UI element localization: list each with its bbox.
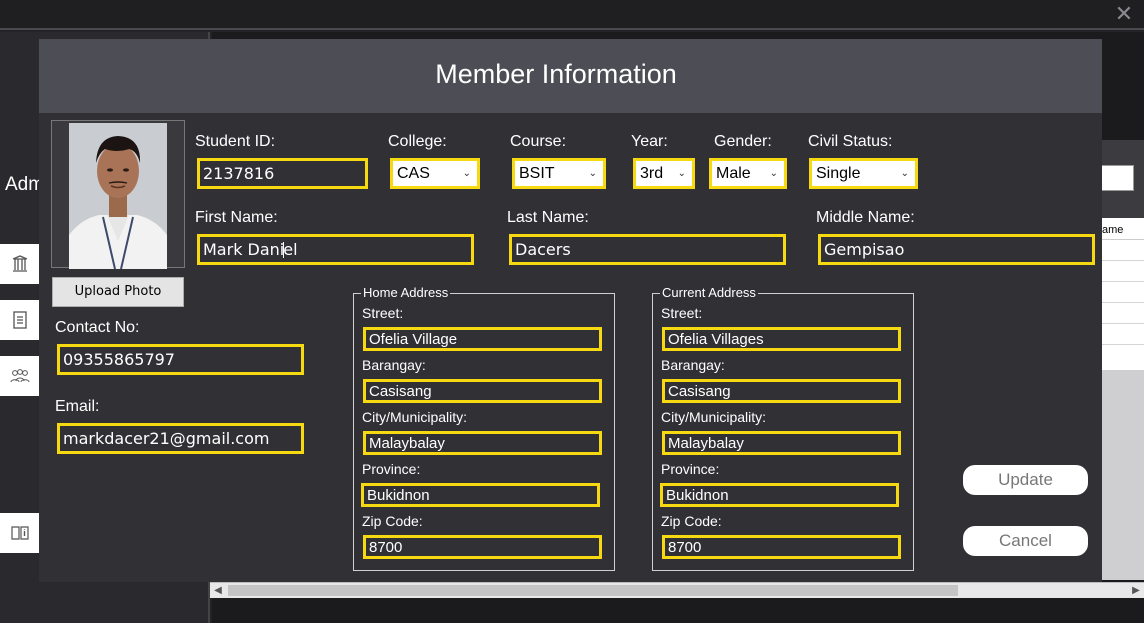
home-city-field[interactable]: Malaybalay bbox=[363, 431, 602, 455]
scrollbar-thumb[interactable] bbox=[228, 585, 958, 596]
upload-photo-button[interactable]: Upload Photo bbox=[52, 277, 184, 307]
cancel-button[interactable]: Cancel bbox=[963, 526, 1088, 556]
member-information-dialog: Member Information Upload Photo Student … bbox=[39, 39, 1102, 582]
members-icon bbox=[10, 369, 30, 383]
home-province-field[interactable]: Bukidnon bbox=[361, 483, 600, 507]
student-id-field[interactable]: 2137816 bbox=[197, 158, 368, 189]
close-icon[interactable]: ✕ bbox=[1112, 2, 1136, 26]
home-address-title: Home Address bbox=[361, 285, 451, 300]
year-label: Year: bbox=[631, 133, 668, 150]
chevron-down-icon: ⌄ bbox=[677, 167, 686, 179]
first-name-value-start: Mark Dani bbox=[203, 240, 285, 259]
college-value: CAS bbox=[397, 164, 430, 182]
current-address-title: Current Address bbox=[660, 285, 758, 300]
first-name-label: First Name: bbox=[195, 209, 278, 226]
records-table: ame bbox=[1100, 218, 1144, 370]
home-zip-field[interactable]: 8700 bbox=[363, 535, 602, 559]
current-city-label: City/Municipality: bbox=[661, 409, 767, 425]
chevron-down-icon: ⌄ bbox=[769, 167, 778, 179]
scroll-left-icon[interactable]: ◀ bbox=[210, 583, 226, 598]
home-province-label: Province: bbox=[362, 461, 421, 477]
table-row[interactable] bbox=[1100, 303, 1144, 324]
gender-select[interactable]: Male ⌄ bbox=[709, 158, 787, 189]
gender-value: Male bbox=[716, 164, 751, 182]
college-select[interactable]: CAS ⌄ bbox=[390, 158, 480, 189]
sidebar-nav-info[interactable] bbox=[0, 513, 40, 553]
sidebar-nav-library[interactable] bbox=[0, 244, 40, 284]
email-field[interactable]: markdacer21@gmail.com bbox=[57, 423, 304, 454]
gender-label: Gender: bbox=[714, 133, 772, 150]
current-street-label: Street: bbox=[661, 305, 703, 321]
current-province-label: Province: bbox=[661, 461, 720, 477]
update-button[interactable]: Update bbox=[963, 465, 1088, 495]
civil-status-label: Civil Status: bbox=[808, 133, 893, 150]
home-barangay-label: Barangay: bbox=[362, 357, 426, 373]
current-province-field[interactable]: Bukidnon bbox=[660, 483, 899, 507]
contact-no-label: Contact No: bbox=[55, 319, 140, 336]
table-header: ame bbox=[1100, 218, 1144, 240]
current-street-field[interactable]: Ofelia Villages bbox=[662, 327, 901, 351]
student-id-label: Student ID: bbox=[195, 133, 276, 150]
course-select[interactable]: BSIT ⌄ bbox=[512, 158, 606, 189]
course-value: BSIT bbox=[519, 164, 555, 182]
contact-no-field[interactable]: 09355865797 bbox=[57, 344, 304, 375]
current-zip-label: Zip Code: bbox=[661, 513, 722, 529]
member-photo bbox=[69, 123, 167, 269]
civil-status-value: Single bbox=[816, 164, 861, 182]
chevron-down-icon: ⌄ bbox=[462, 167, 471, 179]
last-name-field[interactable]: Dacers bbox=[509, 234, 786, 265]
civil-status-select[interactable]: Single ⌄ bbox=[809, 158, 918, 189]
middle-name-field[interactable]: Gempisao bbox=[818, 234, 1095, 265]
sidebar-nav-members[interactable] bbox=[0, 356, 40, 396]
records-search-input[interactable] bbox=[1100, 165, 1134, 191]
info-book-icon bbox=[11, 526, 29, 540]
current-address-group: Current Address Street: Ofelia Villages … bbox=[652, 285, 914, 571]
dialog-title: Member Information bbox=[435, 59, 677, 89]
library-icon bbox=[12, 255, 28, 272]
home-city-label: City/Municipality: bbox=[362, 409, 468, 425]
table-row[interactable] bbox=[1100, 240, 1144, 261]
book-icon bbox=[13, 311, 27, 329]
home-address-group: Home Address Street: Ofelia Village Bara… bbox=[353, 285, 615, 571]
chevron-down-icon: ⌄ bbox=[900, 167, 909, 179]
home-street-label: Street: bbox=[362, 305, 404, 321]
college-label: College: bbox=[388, 133, 447, 150]
year-value: 3rd bbox=[640, 164, 664, 182]
photo-frame bbox=[51, 120, 185, 269]
table-row[interactable] bbox=[1100, 261, 1144, 282]
scroll-right-icon[interactable]: ▶ bbox=[1128, 583, 1144, 598]
current-zip-field[interactable]: 8700 bbox=[662, 535, 901, 559]
course-label: Course: bbox=[510, 133, 567, 150]
year-select[interactable]: 3rd ⌄ bbox=[633, 158, 695, 189]
current-city-field[interactable]: Malaybalay bbox=[662, 431, 901, 455]
home-barangay-field[interactable]: Casisang bbox=[363, 379, 602, 403]
last-name-label: Last Name: bbox=[507, 209, 589, 226]
dialog-header: Member Information bbox=[39, 39, 1102, 113]
app-title-bar: ✕ bbox=[0, 0, 1144, 30]
home-street-field[interactable]: Ofelia Village bbox=[363, 327, 602, 351]
table-row[interactable] bbox=[1100, 282, 1144, 303]
current-barangay-field[interactable]: Casisang bbox=[662, 379, 901, 403]
email-label: Email: bbox=[55, 398, 100, 415]
current-barangay-label: Barangay: bbox=[661, 357, 725, 373]
horizontal-scrollbar[interactable]: ◀ ▶ bbox=[210, 582, 1144, 598]
first-name-field[interactable]: Mark Dani el bbox=[197, 234, 474, 265]
first-name-value-end: el bbox=[283, 240, 298, 259]
table-row[interactable] bbox=[1100, 324, 1144, 345]
middle-name-label: Middle Name: bbox=[816, 209, 915, 226]
chevron-down-icon: ⌄ bbox=[588, 167, 597, 179]
home-zip-label: Zip Code: bbox=[362, 513, 423, 529]
sidebar-nav-book[interactable] bbox=[0, 300, 40, 340]
